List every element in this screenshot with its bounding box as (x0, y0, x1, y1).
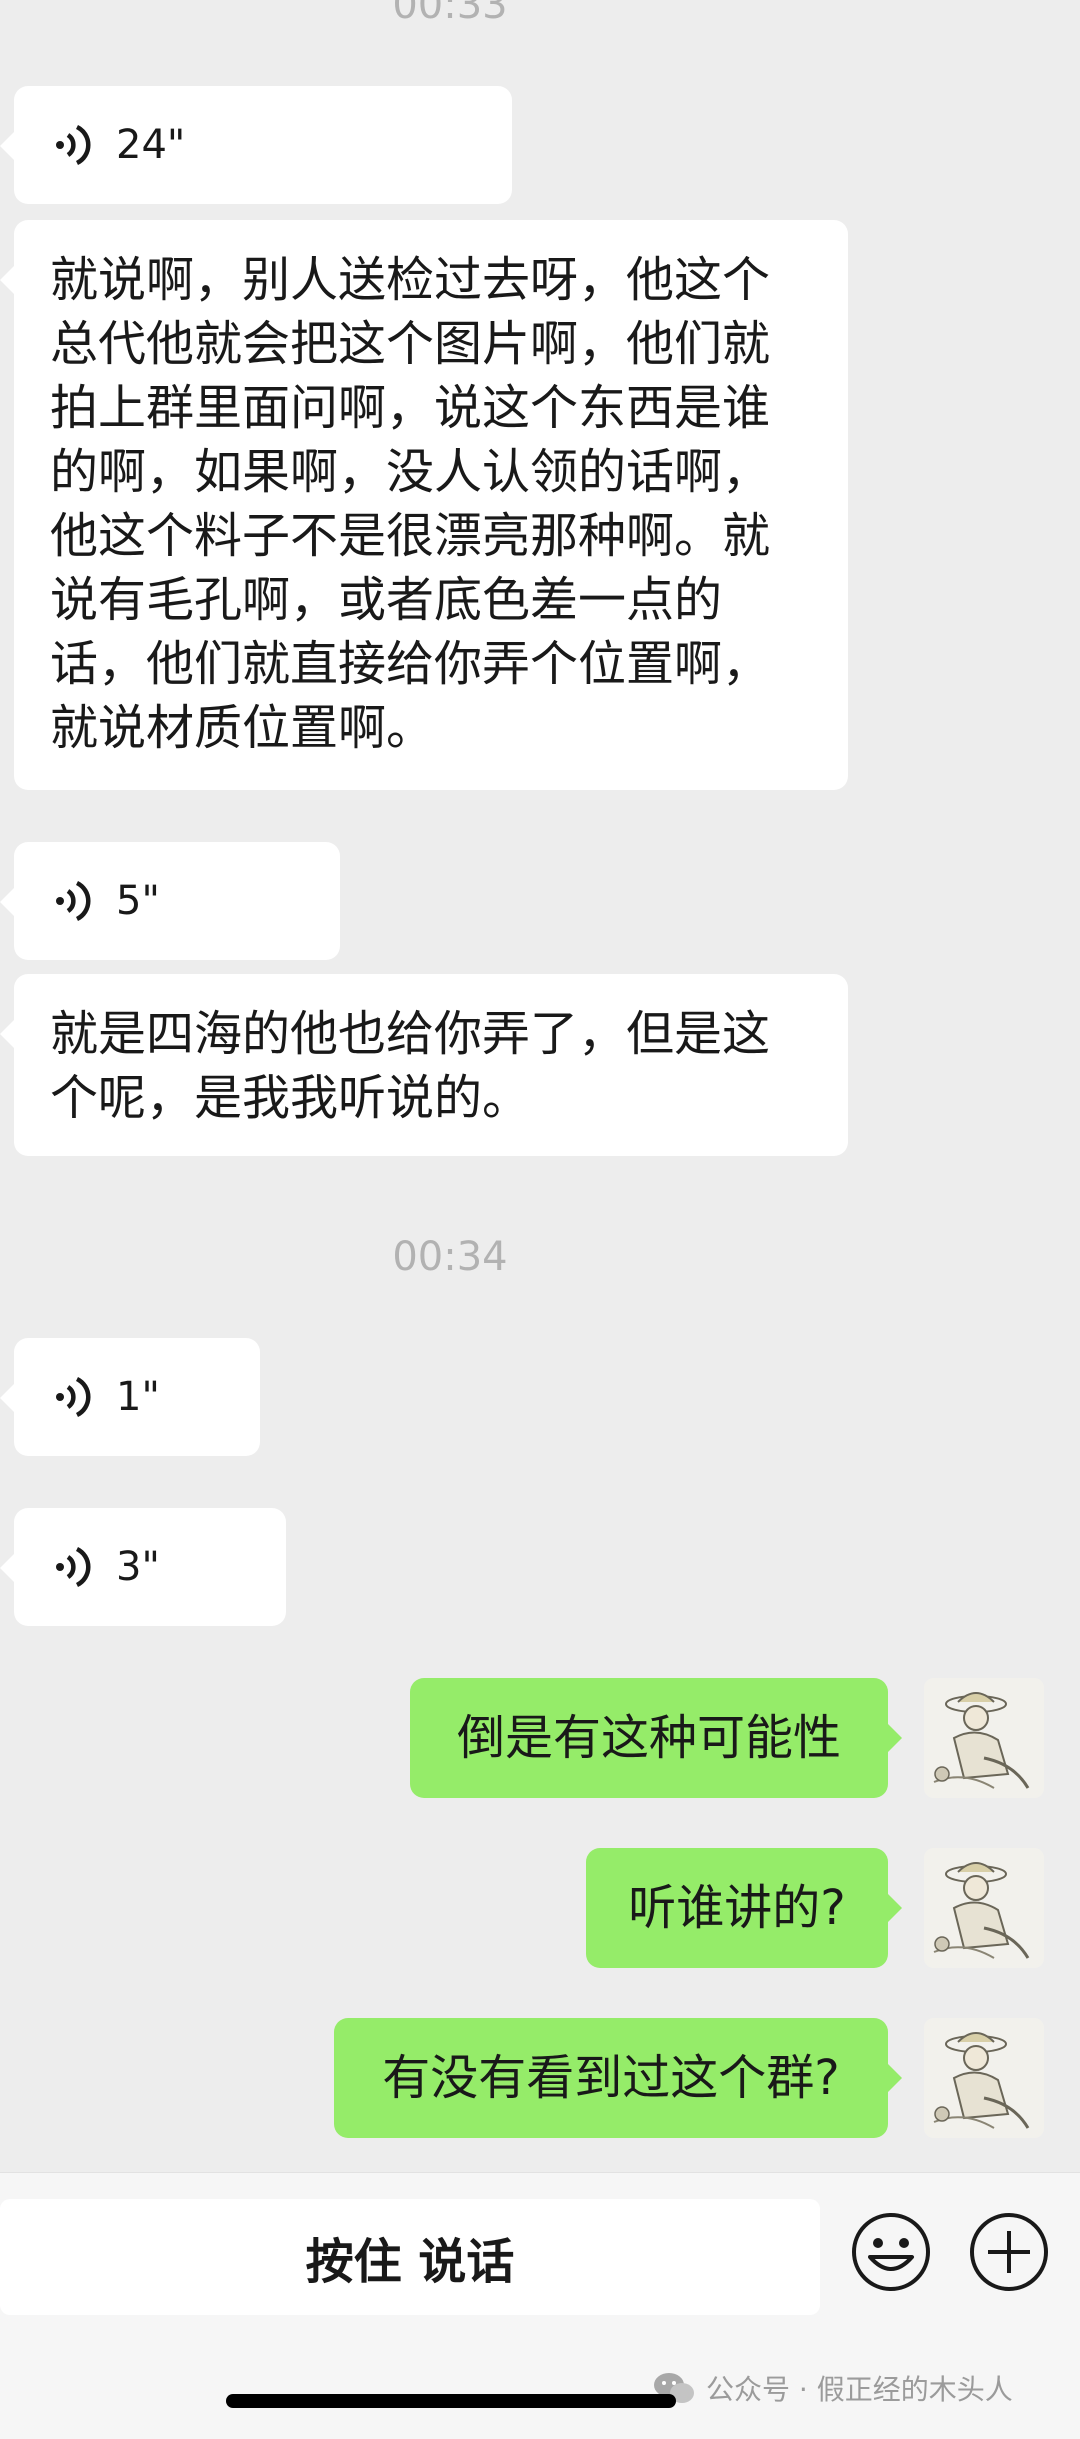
avatar[interactable] (924, 1678, 1044, 1798)
message-text: 就是四海的他也给你弄了，但是这个呢，是我我听说的。 (50, 1006, 771, 1126)
avatar[interactable] (924, 1848, 1044, 1968)
avatar-sketch-icon (924, 2018, 1044, 2138)
watermark: 公众号 · 假正经的木头人 (652, 2368, 1013, 2408)
text-message[interactable]: 就说啊，别人送检过去呀，他这个总代他就会把这个图片啊，他们就拍上群里面问啊，说这… (0, 220, 848, 790)
voice-wave-icon (56, 1546, 91, 1588)
avatar-sketch-icon (924, 1848, 1044, 1968)
emoji-icon[interactable] (850, 2211, 932, 2293)
avatar[interactable] (924, 2018, 1044, 2138)
text-message[interactable]: 就是四海的他也给你弄了，但是这个呢，是我我听说的。 (0, 974, 848, 1156)
plus-icon[interactable] (968, 2211, 1050, 2293)
message-text: 倒是有这种可能性 (456, 1710, 841, 1766)
voice-wave-icon (56, 124, 91, 166)
sent-message[interactable]: 倒是有这种可能性 (410, 1678, 902, 1798)
avatar-sketch-icon (924, 1678, 1044, 1798)
sent-message[interactable]: 有没有看到过这个群? (334, 2018, 902, 2138)
message-text: 听谁讲的? (628, 1880, 846, 1936)
voice-message[interactable]: 1" (0, 1338, 260, 1456)
timestamp: 00:34 (392, 1234, 508, 1280)
voice-wave-icon (56, 1376, 91, 1418)
message-text: 有没有看到过这个群? (382, 2050, 840, 2106)
hold-to-talk-button[interactable]: 按住 说话 (0, 2199, 820, 2315)
voice-message[interactable]: 24" (0, 86, 512, 204)
voice-wave-icon (56, 880, 91, 922)
watermark-text: 公众号 · 假正经的木头人 (706, 2373, 1013, 2406)
voice-message[interactable]: 3" (0, 1508, 286, 1626)
voice-duration: 24" (116, 122, 186, 168)
message-text: 就说啊，别人送检过去呀，他这个总代他就会把这个图片啊，他们就拍上群里面问啊，说这… (50, 252, 771, 756)
voice-duration: 5" (116, 878, 160, 924)
voice-message[interactable]: 5" (0, 842, 340, 960)
sent-message[interactable]: 听谁讲的? (586, 1848, 902, 1968)
voice-duration: 1" (116, 1374, 160, 1420)
voice-duration: 3" (116, 1544, 160, 1590)
home-indicator[interactable] (226, 2394, 676, 2408)
timestamp: 00:33 (392, 0, 508, 28)
